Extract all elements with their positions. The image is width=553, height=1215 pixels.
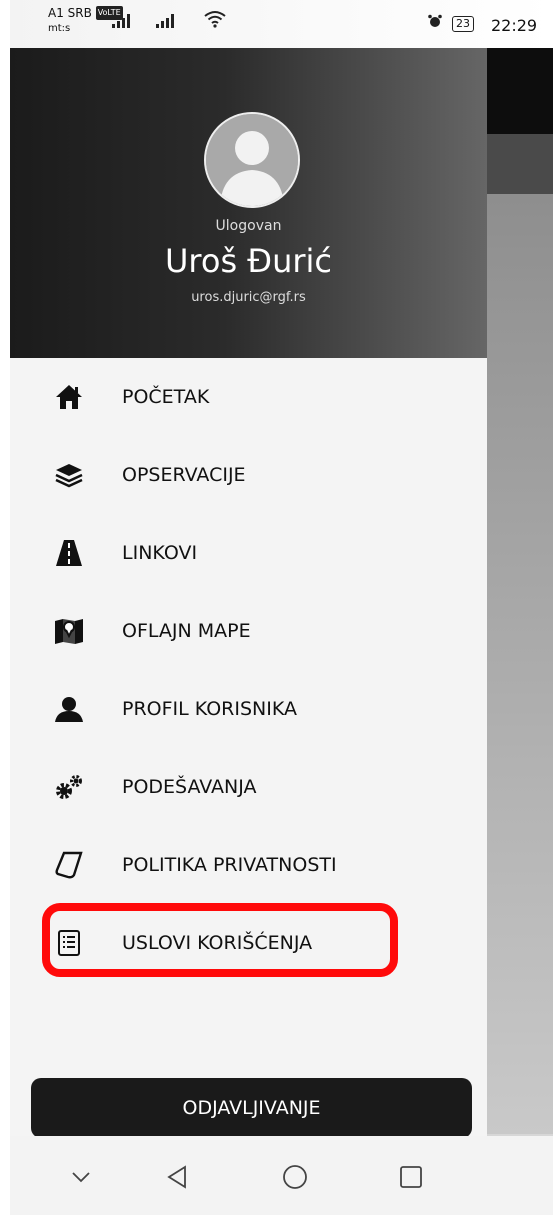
- navigation-drawer: Ulogovan Uroš Đurić uros.djuric@rgf.rs P…: [10, 48, 487, 1138]
- home-icon: [54, 382, 84, 412]
- menu-item-label: PROFIL KORISNIKA: [122, 698, 297, 720]
- battery-indicator: 23: [452, 16, 474, 32]
- menu-item-privacy-policy[interactable]: POLITIKA PRIVATNOSTI: [10, 826, 487, 904]
- user-name: Uroš Đurić: [164, 242, 332, 280]
- app-subbar: [487, 134, 553, 194]
- wifi-icon: [204, 11, 226, 28]
- chevron-down-icon[interactable]: [66, 1162, 96, 1192]
- alarm-icon: [428, 14, 442, 27]
- layers-icon: [54, 460, 84, 490]
- phone-screen: A1 SRB VoLTE mt:s 23 22:29 Ulogovan Uroš…: [10, 0, 553, 1215]
- menu-item-offline-maps[interactable]: OFLAJN MAPE: [10, 592, 487, 670]
- avatar: [204, 112, 300, 208]
- system-navigation-bar: [10, 1136, 553, 1215]
- highlight-box: [42, 903, 398, 977]
- user-icon: [54, 694, 84, 724]
- carrier-name: A1 SRB: [48, 6, 92, 20]
- road-icon: [54, 538, 84, 568]
- user-silhouette-icon: [206, 114, 298, 206]
- scroll-icon: [54, 850, 84, 880]
- menu-item-label: LINKOVI: [122, 542, 198, 564]
- home-circle-icon[interactable]: [280, 1162, 310, 1192]
- logged-in-label: Ulogovan: [215, 218, 282, 234]
- menu-item-home[interactable]: POČETAK: [10, 358, 487, 436]
- app-body: [487, 194, 553, 1134]
- menu-item-label: POLITIKA PRIVATNOSTI: [122, 854, 337, 876]
- menu-item-label: OPSERVACIJE: [122, 464, 246, 486]
- signal-icon-2: [156, 14, 174, 28]
- clock: 22:29: [491, 16, 538, 35]
- carrier-sub: mt:s: [48, 23, 71, 34]
- menu-item-label: POČETAK: [122, 386, 210, 408]
- user-email: uros.djuric@rgf.rs: [191, 290, 306, 305]
- menu-item-label: PODEŠAVANJA: [122, 776, 257, 798]
- recents-square-icon[interactable]: [396, 1162, 426, 1192]
- menu-item-user-profile[interactable]: PROFIL KORISNIKA: [10, 670, 487, 748]
- logout-button[interactable]: ODJAVLJIVANJE: [31, 1078, 472, 1138]
- map-pin-icon: [54, 616, 84, 646]
- menu-item-links[interactable]: LINKOVI: [10, 514, 487, 592]
- back-icon[interactable]: [162, 1162, 192, 1192]
- menu-item-observations[interactable]: OPSERVACIJE: [10, 436, 487, 514]
- signal-icon: [112, 14, 130, 28]
- drawer-header: Ulogovan Uroš Đurić uros.djuric@rgf.rs: [10, 48, 487, 358]
- menu-item-label: OFLAJN MAPE: [122, 620, 251, 642]
- gears-icon: [54, 772, 84, 802]
- menu-item-settings[interactable]: PODEŠAVANJA: [10, 748, 487, 826]
- app-toolbar: [487, 48, 553, 134]
- status-bar: A1 SRB VoLTE mt:s 23 22:29: [10, 0, 553, 48]
- app-content-behind-drawer[interactable]: [487, 48, 553, 1136]
